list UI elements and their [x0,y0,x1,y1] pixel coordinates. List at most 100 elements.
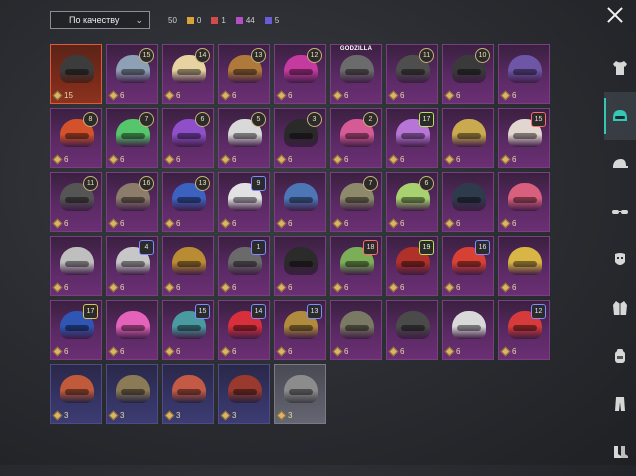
coin-icon [444,282,455,293]
helmet-tile[interactable]: 66 [386,172,438,232]
coin-icon [52,90,63,101]
quantity: 6 [164,218,180,229]
quantity: 3 [164,410,180,421]
helmet-tile[interactable]: 3 [218,364,270,424]
helmet-tile[interactable]: 13 6 [218,44,270,104]
coin-icon [164,154,175,165]
coin-icon [276,90,287,101]
helmet-tile[interactable]: 10 6 [442,44,494,104]
top-bar: По качеству ⌄ 50 0 1 44 5 [50,10,279,30]
sort-dropdown[interactable]: По качеству ⌄ [50,11,150,29]
helmet-tile[interactable]: 11 6 [50,172,102,232]
level-badge: 15 [139,48,154,63]
helmet-tile[interactable]: 6 [274,236,326,296]
helmet-tile[interactable]: 15 6 [498,108,550,168]
helmet-tile[interactable]: 46 [106,236,158,296]
quantity-value: 6 [344,219,349,228]
sidebar-item-shoes[interactable] [604,428,636,476]
helmet-tile[interactable]: 16 6 [442,236,494,296]
quantity: 6 [164,346,180,357]
coin-icon [108,90,119,101]
helmet-tile[interactable]: 86 [50,108,102,168]
helmet-tile[interactable]: 6 [50,236,102,296]
quantity: 6 [220,154,236,165]
coin-icon [276,154,287,165]
sidebar-item-mask[interactable] [604,236,636,284]
helmet-tile[interactable]: 6 [498,44,550,104]
helmet-tile[interactable]: 12 6 [274,44,326,104]
level-badge: 15 [531,112,546,127]
helmet-tile[interactable]: 19 6 [386,236,438,296]
sidebar-item-cap[interactable] [604,140,636,188]
helmet-tile[interactable]: 6 [274,172,326,232]
helmet-tile[interactable]: 96 [218,172,270,232]
helmet-tile[interactable]: 6 [442,108,494,168]
helmet-tile[interactable]: 76 [330,172,382,232]
helmet-tile[interactable]: 17 6 [386,108,438,168]
quantity: 6 [332,154,348,165]
coin-icon [220,410,231,421]
helmet-tile[interactable]: 6 [442,172,494,232]
helmet-tile[interactable]: 15 [50,44,102,104]
coin-icon [52,410,63,421]
helmet-tile[interactable]: GODZILLA 6 [330,44,382,104]
sidebar-item-backpack[interactable] [604,332,636,380]
quantity-value: 6 [344,347,349,356]
helmet-tile[interactable]: 6 [498,236,550,296]
helmet-tile[interactable]: 36 [274,108,326,168]
level-badge: 16 [139,176,154,191]
close-icon[interactable] [604,4,626,26]
sidebar-item-pants[interactable] [604,380,636,428]
inventory-grid: 15 15 6 14 6 13 6 12 6 GODZILLA 6 11 6 10 6 6 8 6 7 6 6 6 5 6 3 6… [50,44,554,428]
helmet-tile[interactable]: 17 6 [50,300,102,360]
sidebar-item-glasses[interactable] [604,188,636,236]
quantity-value: 6 [456,219,461,228]
helmet-tile[interactable]: 66 [162,108,214,168]
sidebar-item-shirt[interactable] [604,44,636,92]
helmet-icon [508,55,542,83]
helmet-tile[interactable]: 6 [442,300,494,360]
coin-icon [388,154,399,165]
helmet-tile[interactable]: 15 6 [162,300,214,360]
quantity: 6 [276,218,292,229]
helmet-tile[interactable]: 6 [330,300,382,360]
helmet-tile[interactable]: 6 [162,236,214,296]
quantity-value: 6 [64,219,69,228]
helmet-tile[interactable]: 56 [218,108,270,168]
quantity: 6 [108,90,124,101]
helmet-tile[interactable]: 3 [162,364,214,424]
quantity: 6 [164,90,180,101]
brand-badge: GODZILLA [339,46,373,52]
sidebar-item-helmet[interactable] [604,92,636,140]
mask-icon [610,250,630,270]
helmet-icon [172,375,206,403]
helmet-tile[interactable]: 76 [106,108,158,168]
helmet-tile[interactable]: 3 [274,364,326,424]
quantity: 6 [220,218,236,229]
quantity: 6 [388,218,404,229]
helmet-tile[interactable]: 16 [218,236,270,296]
helmet-tile[interactable]: 13 6 [274,300,326,360]
helmet-tile[interactable]: 3 [50,364,102,424]
helmet-tile[interactable]: 6 [386,300,438,360]
helmet-tile[interactable]: 11 6 [386,44,438,104]
quantity: 6 [444,346,460,357]
helmet-tile[interactable]: 15 6 [106,44,158,104]
helmet-tile[interactable]: 6 [498,172,550,232]
helmet-tile[interactable]: 6 [106,300,158,360]
helmet-tile[interactable]: 18 6 [330,236,382,296]
quantity: 6 [332,346,349,357]
coin-icon [108,410,119,421]
quantity: 6 [108,218,124,229]
helmet-tile[interactable]: 16 6 [106,172,158,232]
helmet-tile[interactable]: 3 [106,364,158,424]
helmet-tile[interactable]: 12 6 [498,300,550,360]
purple-square-icon [235,16,243,24]
helmet-tile[interactable]: 14 6 [218,300,270,360]
sidebar-item-jacket[interactable] [604,284,636,332]
inventory-row: 15 15 6 14 6 13 6 12 6 GODZILLA 6 11 6 10 6 6 [50,44,554,104]
quantity: 6 [220,90,236,101]
helmet-tile[interactable]: 13 6 [162,172,214,232]
helmet-tile[interactable]: 14 6 [162,44,214,104]
helmet-tile[interactable]: 26 [330,108,382,168]
